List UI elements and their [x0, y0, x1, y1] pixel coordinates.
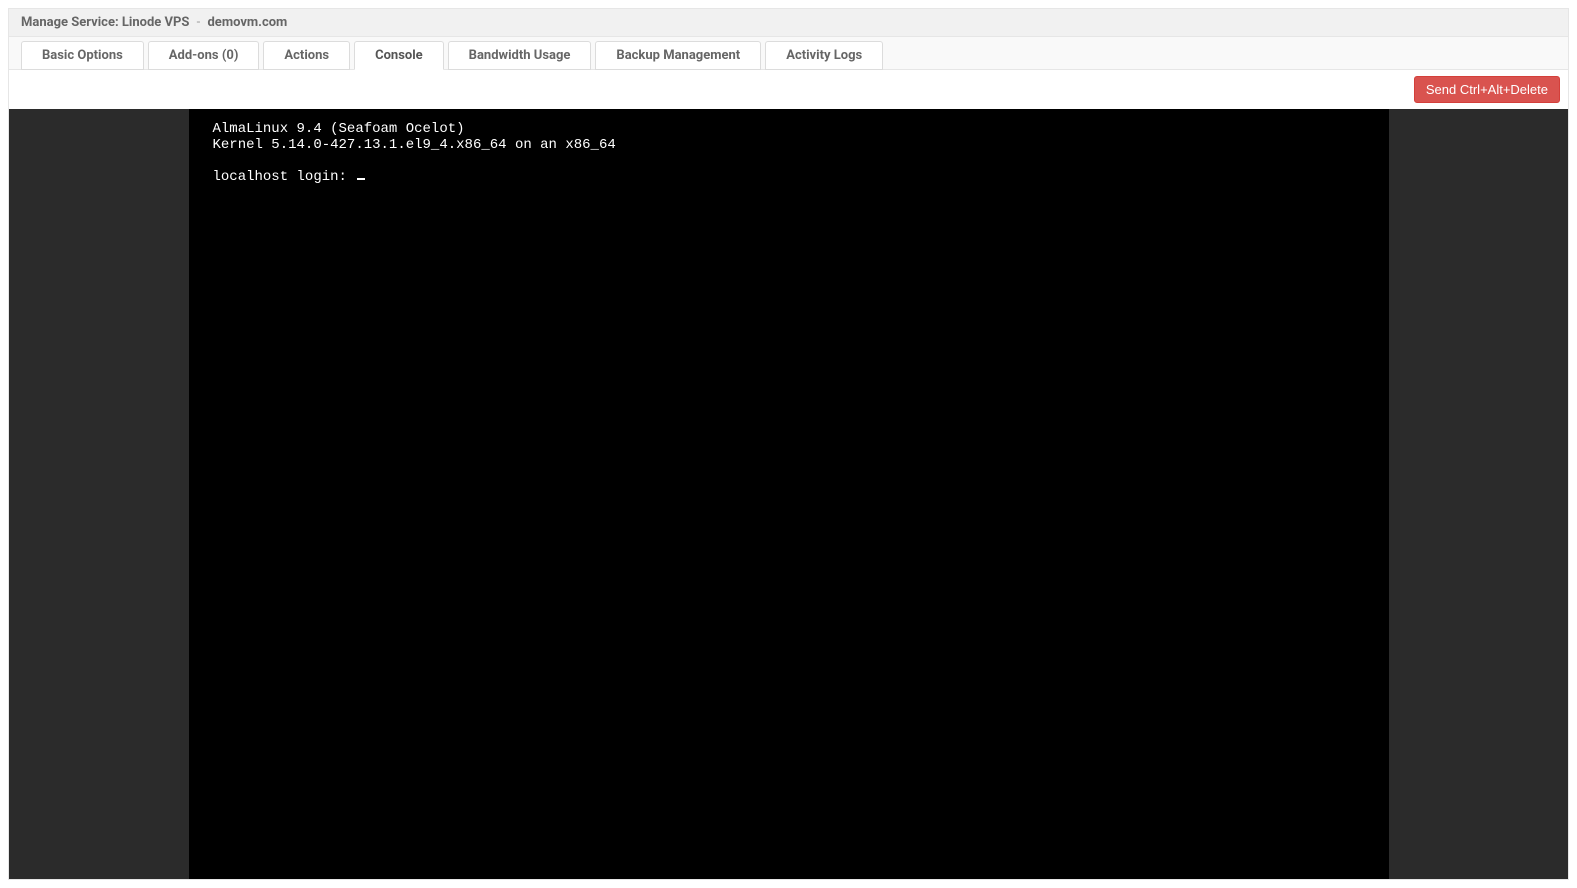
tabs-row: Basic Options Add-ons (0) Actions Consol…	[9, 37, 1568, 70]
tab-backup-management[interactable]: Backup Management	[595, 41, 761, 70]
console-screen[interactable]: AlmaLinux 9.4 (Seafoam Ocelot) Kernel 5.…	[189, 109, 1389, 879]
login-prompt: localhost login:	[213, 169, 356, 185]
title-bar: Manage Service: Linode VPS - demovm.com	[9, 9, 1568, 37]
console-line: Kernel 5.14.0-427.13.1.el9_4.x86_64 on a…	[213, 137, 616, 153]
tab-actions[interactable]: Actions	[263, 41, 350, 70]
tab-console[interactable]: Console	[354, 41, 444, 70]
console-line: AlmaLinux 9.4 (Seafoam Ocelot)	[213, 121, 465, 137]
console-area: AlmaLinux 9.4 (Seafoam Ocelot) Kernel 5.…	[9, 109, 1568, 879]
service-panel: Manage Service: Linode VPS - demovm.com …	[8, 8, 1569, 880]
tab-basic-options[interactable]: Basic Options	[21, 41, 144, 70]
title-separator: -	[193, 15, 205, 30]
tab-addons[interactable]: Add-ons (0)	[148, 41, 260, 70]
service-name: Linode VPS	[122, 15, 190, 30]
title-label: Manage Service:	[21, 15, 119, 30]
service-domain: demovm.com	[207, 15, 287, 30]
console-action-bar: Send Ctrl+Alt+Delete	[9, 70, 1568, 109]
tab-bandwidth-usage[interactable]: Bandwidth Usage	[448, 41, 592, 70]
cursor-icon	[357, 178, 365, 180]
tab-activity-logs[interactable]: Activity Logs	[765, 41, 883, 70]
send-ctrl-alt-delete-button[interactable]: Send Ctrl+Alt+Delete	[1414, 76, 1560, 103]
